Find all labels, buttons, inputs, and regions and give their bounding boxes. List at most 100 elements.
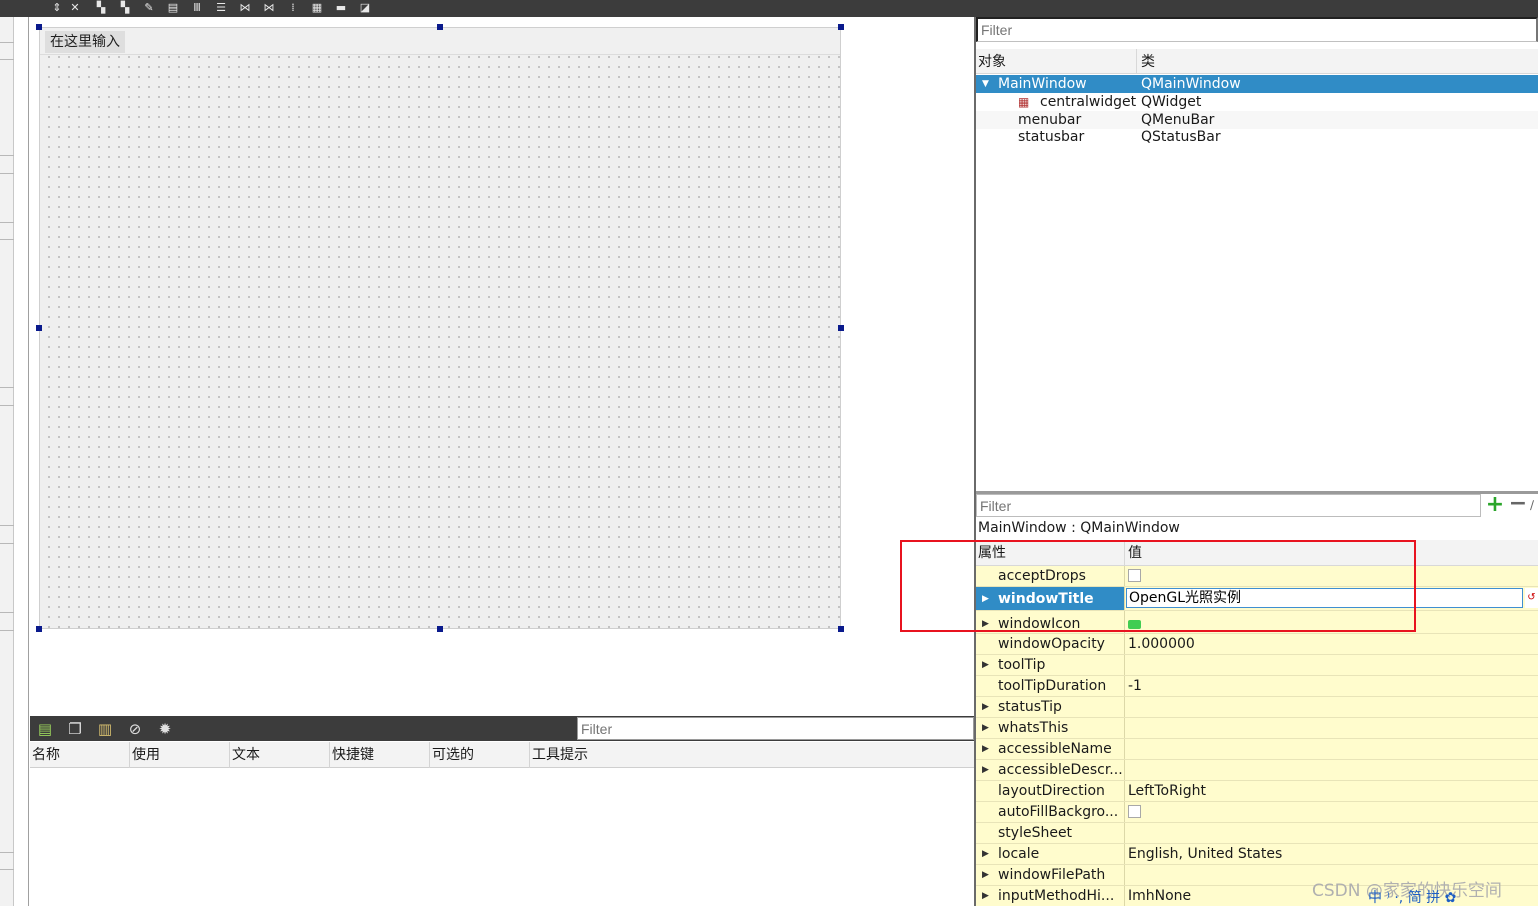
layout-grid-icon[interactable]: ▦ [310, 2, 324, 14]
object-tree-header: 对象 类 [976, 49, 1538, 74]
resize-handle[interactable] [437, 24, 443, 30]
object-class: QMenuBar [1141, 112, 1215, 128]
prop-row-windowopacity[interactable]: windowOpacity 1.000000 [976, 634, 1538, 655]
col-class[interactable]: 类 [1139, 49, 1155, 74]
resize-handle[interactable] [838, 626, 844, 632]
break-layout-2-icon[interactable]: ▬ [334, 2, 348, 14]
prop-name: toolTip [976, 655, 1125, 675]
prop-name: inputMethodHi... [976, 886, 1125, 906]
edit-tab-order-icon[interactable]: ▤ [166, 2, 180, 14]
layout-form-icon[interactable]: ⁞ [286, 2, 300, 14]
prop-value[interactable] [1126, 760, 1538, 780]
layout-horizontal-icon[interactable]: Ⅲ [190, 2, 204, 14]
object-name: MainWindow [998, 76, 1087, 92]
object-name: centralwidget [1040, 94, 1137, 110]
prop-value[interactable]: LeftToRight [1126, 781, 1538, 801]
edit-buddies-icon[interactable]: ✎ [142, 2, 156, 14]
prop-name: windowFilePath [976, 865, 1125, 885]
col-name[interactable]: 名称 [30, 742, 130, 768]
prop-name: statusTip [976, 697, 1125, 717]
col-tooltip[interactable]: 工具提示 [530, 742, 974, 768]
object-class: QStatusBar [1141, 129, 1221, 145]
prop-value[interactable] [1126, 655, 1538, 675]
expand-arrow-icon[interactable]: ▼ [982, 75, 989, 93]
prop-row-locale[interactable]: ▶ locale English, United States [976, 844, 1538, 865]
prop-row-tooltip[interactable]: ▶ toolTip [976, 655, 1538, 676]
expand-arrow-icon[interactable]: ▶ [982, 587, 989, 611]
col-used[interactable]: 使用 [130, 742, 230, 768]
configure-icon[interactable]: ∕ [1530, 494, 1538, 517]
menu-type-here[interactable]: 在这里输入 [45, 31, 125, 53]
prop-value[interactable] [1126, 739, 1538, 759]
widget-icon: ▦ [1018, 95, 1030, 109]
layout-v-splitter-icon[interactable]: ⋈ [262, 2, 276, 14]
action-table-body[interactable] [30, 768, 974, 906]
prop-row-tooltipduration[interactable]: toolTipDuration -1 [976, 676, 1538, 697]
settings-icon[interactable]: ✹ [156, 720, 174, 738]
layout-vertical-icon[interactable]: ☰ [214, 2, 228, 14]
col-text[interactable]: 文本 [230, 742, 330, 768]
tree-row-mainwindow[interactable]: ▼ MainWindow QMainWindow [976, 75, 1538, 93]
prop-value[interactable] [1126, 823, 1538, 843]
tree-row-centralwidget[interactable]: ▦ centralwidget QWidget [976, 93, 1538, 111]
prop-name: accessibleName [976, 739, 1125, 759]
object-filter-input[interactable] [976, 17, 1538, 42]
ime-status-bar[interactable]: 中 ⁾ ·, 简 拼 ✿ [1368, 890, 1538, 906]
resize-handle[interactable] [838, 325, 844, 331]
object-class: QWidget [1141, 94, 1202, 110]
form-menubar[interactable] [40, 28, 840, 55]
prop-name: layoutDirection [976, 781, 1125, 801]
layout-h-splitter-icon[interactable]: ⋈ [238, 2, 252, 14]
col-object[interactable]: 对象 [976, 49, 1137, 74]
prop-row-whatsthis[interactable]: ▶ whatsThis [976, 718, 1538, 739]
splitter-icon[interactable]: ⇕ [50, 2, 64, 14]
paste-icon[interactable]: ▥ [96, 720, 114, 738]
copy-icon[interactable]: ❐ [66, 720, 84, 738]
break-layout-icon[interactable]: ✕ [68, 2, 82, 14]
property-filter-input[interactable] [976, 494, 1481, 517]
action-filter-input[interactable] [577, 717, 974, 740]
object-tree-empty-area [976, 146, 1538, 491]
prop-row-accessiblename[interactable]: ▶ accessibleName [976, 739, 1538, 760]
auto-fill-checkbox[interactable] [1128, 804, 1141, 818]
prop-name: whatsThis [976, 718, 1125, 738]
edit-signals-icon[interactable]: ▚ [118, 2, 132, 14]
prop-value[interactable]: English, United States [1126, 844, 1538, 864]
resize-handle[interactable] [437, 626, 443, 632]
resize-handle[interactable] [36, 24, 42, 30]
col-shortcut[interactable]: 快捷键 [330, 742, 430, 768]
object-name: statusbar [1018, 129, 1085, 145]
reset-value-icon[interactable]: ↺ [1525, 588, 1538, 608]
prop-name: autoFillBackgro... [976, 802, 1125, 822]
adjust-size-icon[interactable]: ◪ [358, 2, 372, 14]
designer-toolbar: ⇕ ✕ ▚ ▚ ✎ ▤ Ⅲ ☰ ⋈ ⋈ ⁞ ▦ ▬ ◪ [0, 0, 1538, 17]
prop-value[interactable] [1126, 697, 1538, 717]
resize-handle[interactable] [838, 24, 844, 30]
prop-value[interactable] [1126, 718, 1538, 738]
prop-name: locale [976, 844, 1125, 864]
prop-name: accessibleDescr... [976, 760, 1125, 780]
resize-handle[interactable] [36, 626, 42, 632]
left-border-strip [14, 17, 29, 906]
remove-property-icon[interactable]: − [1508, 493, 1528, 517]
edit-widgets-icon[interactable]: ▚ [94, 2, 108, 14]
red-highlight-box [900, 540, 1416, 632]
prop-value[interactable]: 1.000000 [1126, 634, 1538, 654]
prop-name: styleSheet [976, 823, 1125, 843]
new-action-icon[interactable]: ▤ [36, 720, 54, 738]
tree-row-statusbar[interactable]: statusbar QStatusBar [976, 128, 1538, 146]
left-dock-strip [0, 17, 14, 906]
add-property-icon[interactable]: + [1484, 494, 1506, 517]
prop-row-layoutdirection[interactable]: layoutDirection LeftToRight [976, 781, 1538, 802]
prop-row-accessibledescription[interactable]: ▶ accessibleDescr... [976, 760, 1538, 781]
prop-row-autofillbackground[interactable]: autoFillBackgro... [976, 802, 1538, 823]
prop-row-statustip[interactable]: ▶ statusTip [976, 697, 1538, 718]
delete-icon[interactable]: ⊘ [126, 720, 144, 738]
resize-handle[interactable] [36, 325, 42, 331]
form-canvas[interactable] [39, 27, 841, 629]
col-checkable[interactable]: 可选的 [430, 742, 530, 768]
prop-row-stylesheet[interactable]: styleSheet [976, 823, 1538, 844]
prop-value[interactable]: -1 [1126, 676, 1538, 696]
tree-row-menubar[interactable]: menubar QMenuBar [976, 111, 1538, 129]
prop-name: toolTipDuration [976, 676, 1125, 696]
